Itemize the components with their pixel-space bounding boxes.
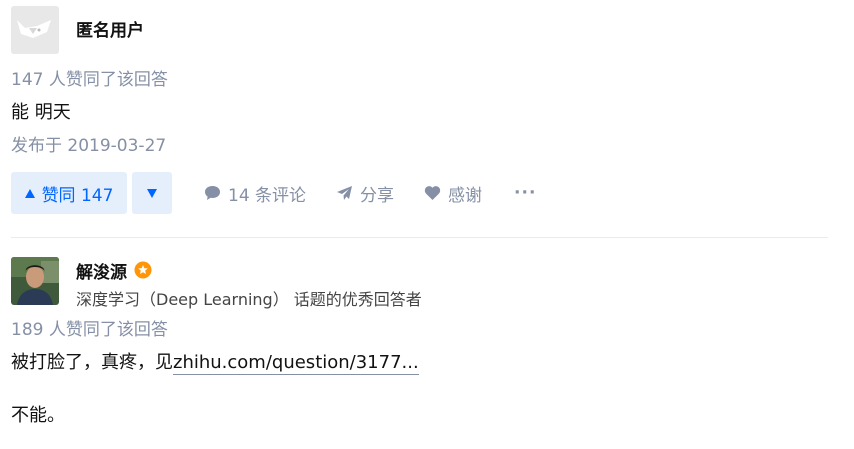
thanks-button[interactable]: 感谢 (424, 181, 482, 206)
answer-divider (11, 237, 828, 238)
author-name: 解浚源 (76, 258, 422, 283)
excellent-answerer-badge-icon[interactable] (134, 261, 152, 279)
triangle-down-icon (147, 188, 157, 198)
voters-count: 189 人赞同了该回答 (11, 320, 168, 340)
answer-item: 匿名用户 147 人赞同了该回答 能 明天 发布于 2019-03-27 赞同 … (11, 6, 828, 214)
question-link[interactable]: zhihu.com/question/3177... (173, 352, 419, 375)
action-bar: 赞同 147 14 条评论 分享 感谢 ··· (11, 172, 828, 214)
answer-content: 被打脸了，真疼，见zhihu.com/question/3177... 不能。 (11, 348, 828, 430)
content-text: 不能。 (11, 405, 65, 426)
anonymous-avatar[interactable] (11, 6, 59, 54)
author-name: 匿名用户 (76, 20, 144, 41)
content-text: 被打脸了，真疼，见 (11, 352, 173, 373)
more-button[interactable]: ··· (514, 183, 536, 203)
comment-button[interactable]: 14 条评论 (204, 181, 306, 206)
answer-item: 解浚源 深度学习（Deep Learning） 话题的优秀回答者 189 人赞同… (11, 257, 828, 430)
publish-date[interactable]: 发布于 2019-03-27 (11, 131, 828, 156)
author-avatar[interactable] (11, 257, 59, 305)
author-info: 解浚源 深度学习（Deep Learning） 话题的优秀回答者 (11, 257, 828, 309)
author-headline: 深度学习（Deep Learning） 话题的优秀回答者 (76, 290, 422, 309)
share-button[interactable]: 分享 (336, 181, 394, 206)
vote-down-button[interactable] (132, 172, 172, 214)
author-info: 匿名用户 (11, 6, 828, 54)
vote-up-button[interactable]: 赞同 147 (11, 172, 127, 214)
answer-list: 匿名用户 147 人赞同了该回答 能 明天 发布于 2019-03-27 赞同 … (0, 0, 854, 449)
share-icon (337, 186, 353, 200)
triangle-up-icon (24, 188, 35, 198)
more-icon: ··· (514, 183, 537, 203)
voters-count: 147 人赞同了该回答 (11, 70, 168, 90)
heart-icon (424, 186, 441, 200)
comment-icon (205, 186, 220, 200)
answer-content: 能 明天 (11, 102, 71, 123)
